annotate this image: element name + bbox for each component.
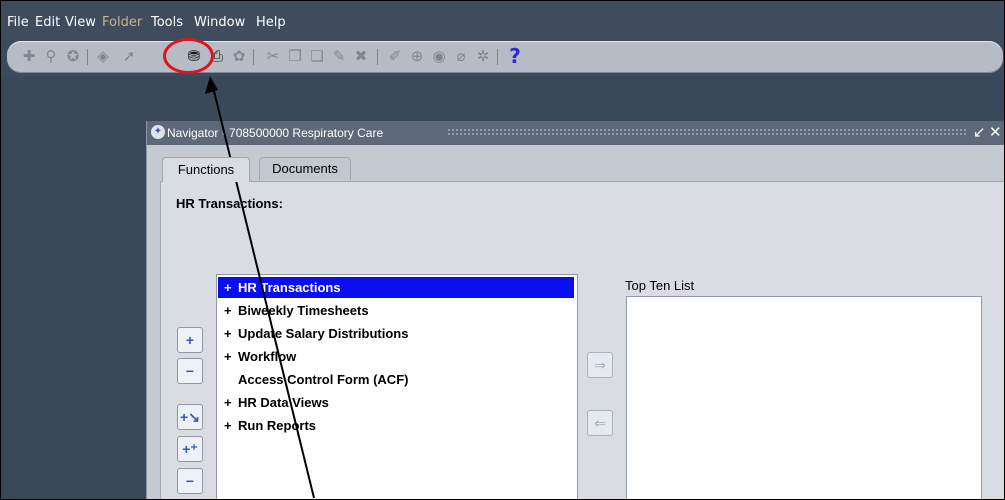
- menu-help[interactable]: Help: [256, 15, 286, 30]
- tree-item-access-control-form[interactable]: Access Control Form (ACF): [218, 369, 574, 390]
- clear-record-icon[interactable]: ✎: [329, 46, 349, 66]
- toolbar-separator: [497, 49, 498, 65]
- menu-window[interactable]: Window: [194, 15, 245, 30]
- functions-panel: HR Transactions: + − +↘ +⁺ − + HR Transa…: [160, 181, 1004, 499]
- expand-all-button[interactable]: +⁺: [177, 436, 203, 462]
- toolbar-separator: [377, 49, 378, 65]
- tab-functions[interactable]: Functions: [162, 157, 250, 182]
- toolbar-separator: [253, 49, 254, 65]
- tree-item-update-salary-distributions[interactable]: + Update Salary Distributions: [218, 323, 574, 344]
- new-icon[interactable]: ✚: [19, 46, 39, 66]
- menu-tools[interactable]: Tools: [151, 15, 183, 30]
- expand-marker: +: [224, 326, 232, 341]
- zoom-icon[interactable]: ⊕: [407, 46, 427, 66]
- navigator-window: ✦ Navigator - 708500000 Respiratory Care…: [146, 121, 1004, 499]
- menu-edit[interactable]: Edit: [35, 15, 60, 30]
- menu-bar: File Edit View Folder Tools Window Help: [1, 1, 1004, 39]
- tree-item-biweekly-timesheets[interactable]: + Biweekly Timesheets: [218, 300, 574, 321]
- tree-item-label: HR Data Views: [238, 395, 329, 410]
- function-tree[interactable]: + HR Transactions + Biweekly Timesheets …: [216, 274, 578, 499]
- folder-tools-icon[interactable]: ✲: [473, 46, 493, 66]
- expand-marker: +: [224, 303, 232, 318]
- navigator-app-icon: ✦: [151, 125, 165, 139]
- save-icon[interactable]: ◈: [93, 46, 113, 66]
- paste-icon[interactable]: ❏: [307, 46, 327, 66]
- copy-icon[interactable]: ❐: [285, 46, 305, 66]
- top-ten-list[interactable]: [626, 296, 982, 499]
- close-icon[interactable]: ✕: [989, 123, 1002, 143]
- title-bar-texture: [447, 128, 967, 137]
- top-ten-label: Top Ten List: [625, 278, 695, 293]
- menu-view[interactable]: View: [65, 15, 96, 30]
- expand-marker: +: [224, 349, 232, 364]
- expand-marker: +: [224, 280, 232, 295]
- cut-icon[interactable]: ✂: [263, 46, 283, 66]
- highlight-circle: [163, 38, 214, 74]
- expand-marker: +: [224, 418, 232, 433]
- expand-branch-button[interactable]: +↘: [177, 404, 203, 430]
- tree-item-label: Run Reports: [238, 418, 316, 433]
- tree-item-label: Access Control Form (ACF): [238, 372, 409, 387]
- collapse-button[interactable]: −: [177, 358, 203, 384]
- menu-file[interactable]: File: [7, 15, 29, 30]
- help-icon[interactable]: ?: [505, 46, 525, 66]
- find-icon[interactable]: ⚲: [41, 46, 61, 66]
- tree-item-label: Biweekly Timesheets: [238, 303, 369, 318]
- tree-item-hr-transactions[interactable]: + HR Transactions: [218, 277, 574, 298]
- add-to-top-ten-button[interactable]: ⇒: [587, 352, 613, 378]
- tree-item-label: HR Transactions: [238, 280, 341, 295]
- panel-heading: HR Transactions:: [176, 196, 283, 211]
- translations-icon[interactable]: ◉: [429, 46, 449, 66]
- tree-item-label: Update Salary Distributions: [238, 326, 409, 341]
- tree-item-workflow[interactable]: + Workflow: [218, 346, 574, 367]
- navigator-body: Functions Documents HR Transactions: + −…: [147, 145, 1004, 499]
- remove-from-top-ten-button[interactable]: ⇐: [587, 410, 613, 436]
- tree-item-run-reports[interactable]: + Run Reports: [218, 415, 574, 436]
- minimize-icon[interactable]: ↙: [973, 123, 986, 143]
- delete-record-icon[interactable]: ✖: [351, 46, 371, 66]
- collapse-all-button[interactable]: −: [177, 468, 203, 494]
- expand-button[interactable]: +: [177, 327, 203, 353]
- application-window: File Edit View Folder Tools Window Help …: [0, 0, 1005, 500]
- show-navigator-icon[interactable]: ✪: [63, 46, 83, 66]
- next-step-icon[interactable]: ➚: [119, 46, 139, 66]
- toolbar-separator: [87, 49, 88, 65]
- close-form-icon[interactable]: ✿: [229, 46, 249, 66]
- toolbar: ✚ ⚲ ✪ ◈ ➚ ⛃ ⎙ ✿ ✂ ❐ ❏ ✎ ✖ ✐ ⊕ ◉ ⌀ ✲ ?: [7, 41, 1003, 73]
- navigator-title: Navigator - 708500000 Respiratory Care: [167, 126, 384, 140]
- edit-field-icon[interactable]: ✐: [385, 46, 405, 66]
- tree-item-hr-data-views[interactable]: + HR Data Views: [218, 392, 574, 413]
- expand-marker: +: [224, 395, 232, 410]
- menu-folder: Folder: [102, 15, 143, 30]
- tab-documents[interactable]: Documents: [259, 157, 351, 180]
- attachments-icon[interactable]: ⌀: [451, 46, 471, 66]
- navigator-title-bar[interactable]: ✦ Navigator - 708500000 Respiratory Care…: [147, 121, 1004, 145]
- tree-item-label: Workflow: [238, 349, 297, 364]
